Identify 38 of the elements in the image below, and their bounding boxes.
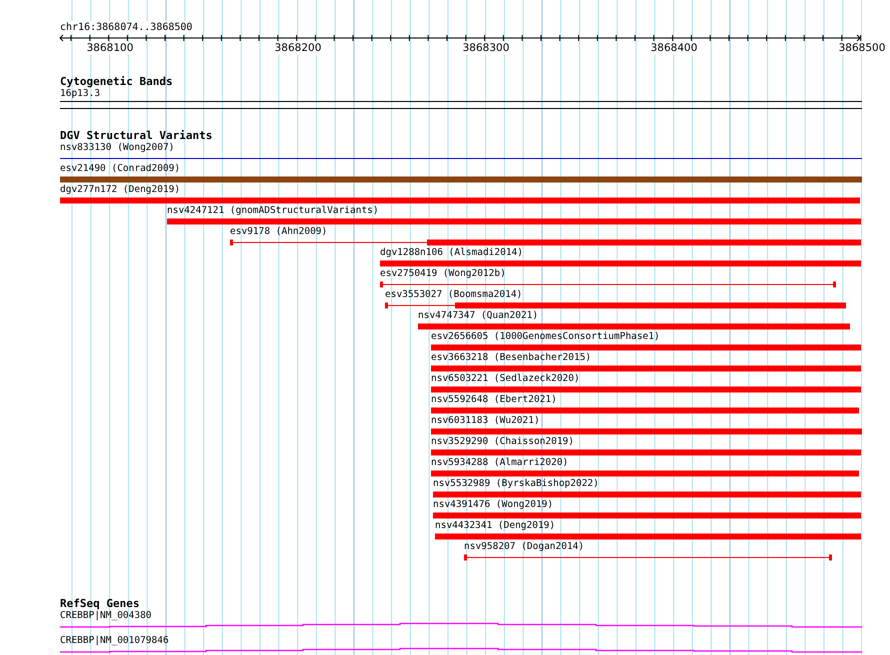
gene-line[interactable] — [60, 622, 862, 628]
feature-label: esv21490 (Conrad2009) — [60, 163, 180, 175]
feature-label: nsv4391476 (Wong2019) — [433, 499, 554, 511]
tick-label: 3868400 — [650, 42, 698, 55]
feature-label: nsv6503221 (Sedlazeck2020) — [431, 373, 580, 385]
feature-label: nsv958207 (Dogan2014) — [464, 541, 584, 553]
feature-label: dgv1288n106 (Alsmadi2014) — [380, 247, 523, 259]
tick-label: 3868500 — [838, 42, 886, 55]
feature-label: nsv3529290 (Chaisson2019) — [431, 436, 574, 448]
feature-label: nsv5592648 (Ebert2021) — [431, 394, 557, 406]
feature-label: esv2656605 (1000GenomesConsortiumPhase1) — [431, 331, 660, 343]
tick-label: 3868300 — [462, 42, 510, 55]
feature-label: esv3553027 (Boomsma2014) — [385, 289, 522, 301]
feature-bar[interactable] — [230, 240, 861, 246]
feature-line[interactable] — [464, 554, 832, 560]
gene-label: CREBBP|NM_004380 — [60, 610, 152, 622]
feature-label: nsv4747347 (Quan2021) — [418, 310, 538, 322]
feature-label: nsv833130 (Wong2007) — [60, 142, 174, 154]
feature-bar[interactable] — [385, 302, 846, 308]
feature-label: dgv277n172 (Deng2019) — [60, 184, 180, 196]
feature-label: nsv4432341 (Deng2019) — [435, 520, 556, 532]
tick-label: 3868100 — [86, 42, 134, 55]
feature-label: esv2750419 (Wong2012b) — [380, 268, 506, 280]
feature-label: nsv5934288 (Almarri2020) — [431, 457, 568, 469]
track-title: RefSeq Genes — [60, 597, 140, 610]
band-label: 16p13.3 — [60, 88, 100, 100]
track-title: Cytogenetic Bands — [60, 75, 173, 88]
track-title: DGV Structural Variants — [60, 129, 212, 142]
feature-label: nsv6031183 (Wu2021) — [431, 415, 540, 427]
feature-label: esv9178 (Ahn2009) — [230, 226, 328, 238]
feature-label: nsv4247121 (gnomADStructuralVariants) — [167, 205, 379, 217]
feature-line[interactable] — [380, 282, 836, 288]
tick-label: 3868200 — [274, 42, 322, 55]
gene-line[interactable] — [60, 648, 862, 653]
gene-label: CREBBP|NM_001079846 — [60, 635, 169, 647]
feature-label: esv3663218 (Besenbacher2015) — [431, 352, 592, 364]
feature-label: nsv5532989 (ByrskaBishop2022) — [433, 478, 599, 490]
location-label: chr16:3868074..3868500 — [60, 21, 192, 34]
